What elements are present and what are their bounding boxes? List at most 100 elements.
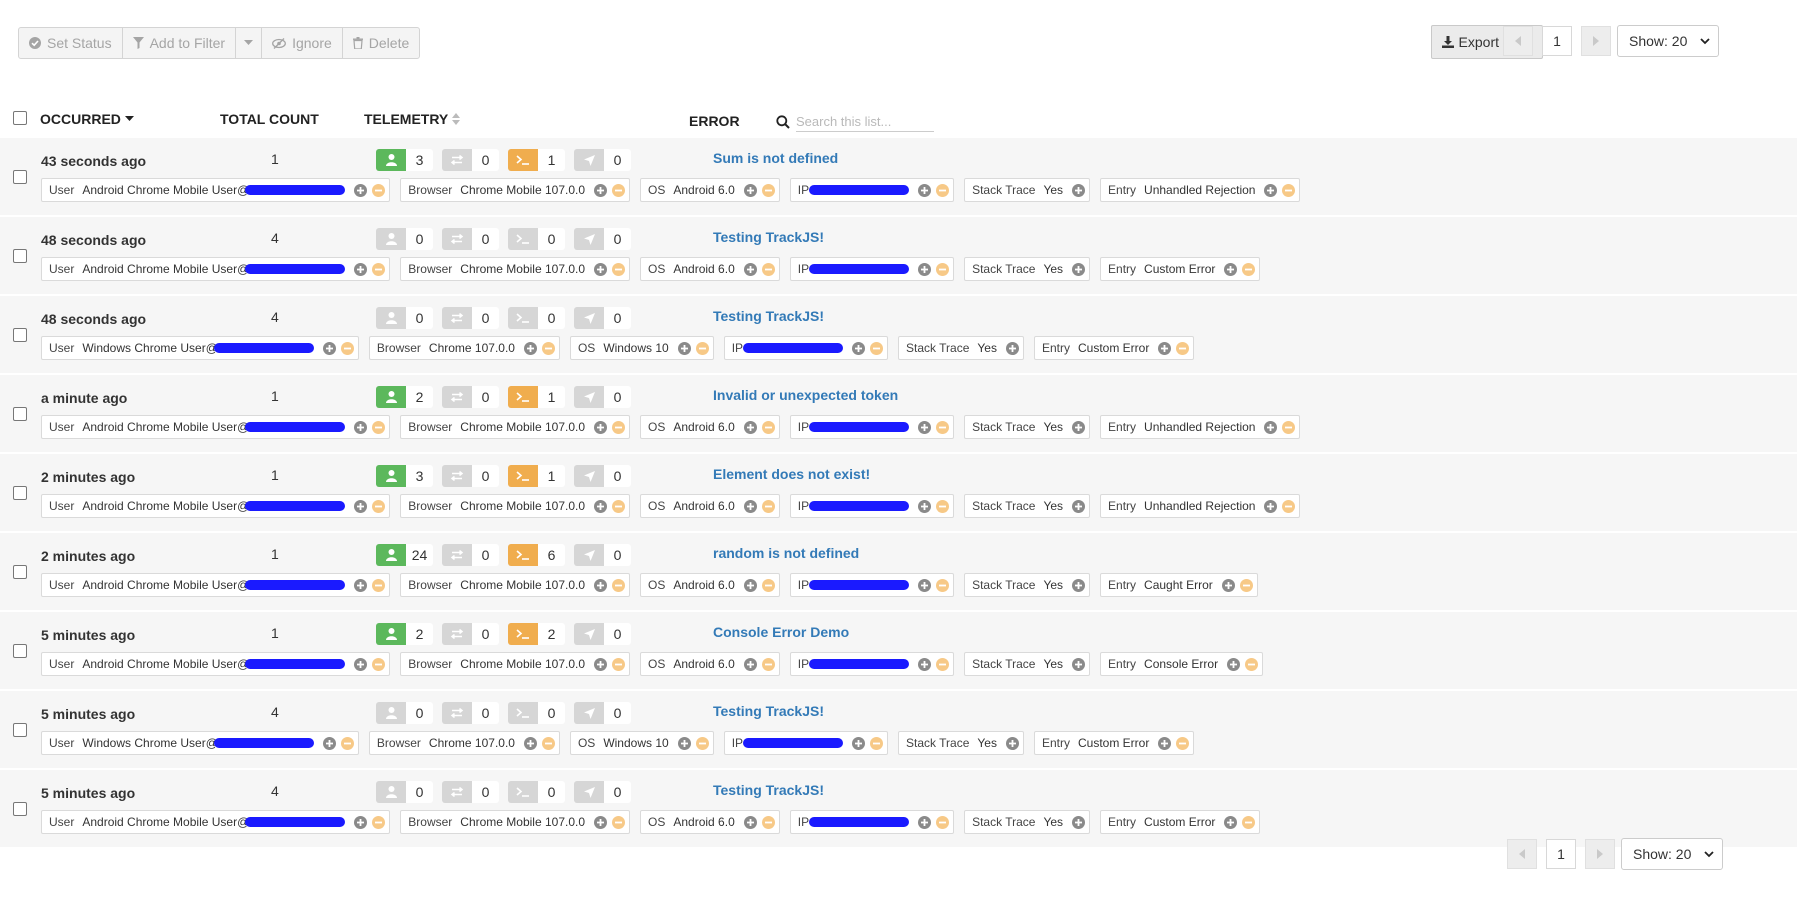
add-filter-icon[interactable] [743, 578, 757, 592]
add-filter-icon[interactable] [743, 420, 757, 434]
entry-tag[interactable]: Entry Unhandled Rejection [1100, 415, 1301, 439]
add-filter-icon[interactable] [1072, 420, 1086, 434]
exclude-filter-icon[interactable] [1282, 420, 1296, 434]
occurred-column-header[interactable]: OCCURRED [40, 111, 134, 127]
add-filter-icon[interactable] [354, 499, 368, 513]
add-filter-icon[interactable] [918, 657, 932, 671]
exclude-filter-icon[interactable] [1176, 736, 1190, 750]
telemetry-network-badge[interactable]: 0 [442, 228, 499, 250]
add-filter-icon[interactable] [743, 262, 757, 276]
exclude-filter-icon[interactable] [1242, 815, 1256, 829]
os-tag[interactable]: OS Windows 10 [569, 336, 714, 360]
add-filter-icon[interactable] [1158, 736, 1172, 750]
stack-trace-tag[interactable]: Stack Trace Yes [964, 415, 1091, 439]
add-to-filter-dropdown[interactable] [235, 27, 263, 59]
add-filter-icon[interactable] [354, 183, 368, 197]
total-count-column-header[interactable]: TOTAL COUNT [220, 111, 319, 127]
user-tag[interactable]: User Android Chrome Mobile User@ [41, 494, 391, 518]
os-tag[interactable]: OS Android 6.0 [640, 810, 780, 834]
os-tag[interactable]: OS Android 6.0 [640, 257, 780, 281]
telemetry-console-badge[interactable]: 0 [508, 228, 565, 250]
user-tag[interactable]: User Android Chrome Mobile User@ [41, 257, 391, 281]
ip-tag[interactable]: IP [789, 415, 955, 439]
stack-trace-tag[interactable]: Stack Trace Yes [898, 731, 1024, 755]
add-filter-icon[interactable] [322, 341, 336, 355]
add-filter-icon[interactable] [322, 736, 336, 750]
error-message-link[interactable]: Invalid or unexpected token [713, 387, 898, 403]
user-tag[interactable]: User Android Chrome Mobile User@ [41, 652, 391, 676]
telemetry-nav-badge[interactable]: 0 [574, 386, 631, 408]
telemetry-user-badge[interactable]: 3 [376, 149, 433, 171]
user-tag[interactable]: User Android Chrome Mobile User@ [41, 810, 391, 834]
error-message-link[interactable]: Testing TrackJS! [713, 308, 824, 324]
next-page-button[interactable] [1585, 839, 1615, 869]
os-tag[interactable]: OS Android 6.0 [640, 178, 780, 202]
row-checkbox[interactable] [13, 170, 27, 184]
telemetry-console-badge[interactable]: 0 [508, 702, 565, 724]
telemetry-nav-badge[interactable]: 0 [574, 149, 631, 171]
exclude-filter-icon[interactable] [372, 183, 386, 197]
browser-tag[interactable]: Browser Chrome Mobile 107.0.0 [400, 494, 631, 518]
add-filter-icon[interactable] [1072, 657, 1086, 671]
add-filter-icon[interactable] [1005, 341, 1019, 355]
exclude-filter-icon[interactable] [936, 420, 950, 434]
entry-tag[interactable]: Entry Custom Error [1033, 731, 1195, 755]
add-filter-icon[interactable] [1264, 499, 1278, 513]
telemetry-network-badge[interactable]: 0 [442, 544, 499, 566]
row-checkbox[interactable] [13, 407, 27, 421]
add-filter-icon[interactable] [1005, 736, 1019, 750]
exclude-filter-icon[interactable] [761, 262, 775, 276]
exclude-filter-icon[interactable] [936, 578, 950, 592]
exclude-filter-icon[interactable] [541, 736, 555, 750]
add-filter-icon[interactable] [1224, 815, 1238, 829]
telemetry-nav-badge[interactable]: 0 [574, 544, 631, 566]
telemetry-network-badge[interactable]: 0 [442, 702, 499, 724]
exclude-filter-icon[interactable] [340, 341, 354, 355]
entry-tag[interactable]: Entry Unhandled Rejection [1100, 494, 1301, 518]
prev-page-button[interactable] [1503, 26, 1533, 56]
page-size-select[interactable]: Show: 20 [1617, 25, 1719, 57]
telemetry-user-badge[interactable]: 0 [376, 702, 433, 724]
row-checkbox[interactable] [13, 723, 27, 737]
user-tag[interactable]: User Android Chrome Mobile User@ [41, 415, 391, 439]
telemetry-user-badge[interactable]: 2 [376, 386, 433, 408]
user-tag[interactable]: User Windows Chrome User@ [41, 336, 359, 360]
row-checkbox[interactable] [13, 802, 27, 816]
table-row[interactable]: 2 minutes ago 1 24 0 6 0 random is not defined… [0, 533, 1797, 612]
exclude-filter-icon[interactable] [695, 341, 709, 355]
exclude-filter-icon[interactable] [1239, 578, 1253, 592]
next-page-button[interactable] [1581, 26, 1611, 56]
add-filter-icon[interactable] [354, 815, 368, 829]
table-row[interactable]: 5 minutes ago 4 0 0 0 0 Testing TrackJS! User An… [0, 770, 1797, 849]
page-size-select[interactable]: Show: 20 [1621, 838, 1723, 870]
row-checkbox[interactable] [13, 565, 27, 579]
add-filter-icon[interactable] [743, 499, 757, 513]
telemetry-console-badge[interactable]: 2 [508, 623, 565, 645]
telemetry-console-badge[interactable]: 0 [508, 307, 565, 329]
browser-tag[interactable]: Browser Chrome Mobile 107.0.0 [400, 415, 631, 439]
error-message-link[interactable]: Testing TrackJS! [713, 229, 824, 245]
browser-tag[interactable]: Browser Chrome Mobile 107.0.0 [400, 573, 631, 597]
telemetry-network-badge[interactable]: 0 [442, 386, 499, 408]
telemetry-user-badge[interactable]: 2 [376, 623, 433, 645]
exclude-filter-icon[interactable] [372, 262, 386, 276]
exclude-filter-icon[interactable] [936, 262, 950, 276]
browser-tag[interactable]: Browser Chrome Mobile 107.0.0 [400, 810, 631, 834]
add-filter-icon[interactable] [743, 657, 757, 671]
exclude-filter-icon[interactable] [612, 183, 626, 197]
exclude-filter-icon[interactable] [372, 578, 386, 592]
telemetry-network-badge[interactable]: 0 [442, 465, 499, 487]
add-filter-icon[interactable] [1158, 341, 1172, 355]
telemetry-user-badge[interactable]: 24 [376, 544, 433, 566]
prev-page-button[interactable] [1507, 839, 1537, 869]
exclude-filter-icon[interactable] [340, 736, 354, 750]
exclude-filter-icon[interactable] [372, 499, 386, 513]
exclude-filter-icon[interactable] [936, 499, 950, 513]
add-filter-icon[interactable] [1227, 657, 1241, 671]
browser-tag[interactable]: Browser Chrome Mobile 107.0.0 [400, 652, 631, 676]
add-filter-icon[interactable] [918, 420, 932, 434]
telemetry-network-badge[interactable]: 0 [442, 781, 499, 803]
add-filter-icon[interactable] [523, 736, 537, 750]
add-filter-icon[interactable] [1221, 578, 1235, 592]
add-filter-icon[interactable] [918, 815, 932, 829]
